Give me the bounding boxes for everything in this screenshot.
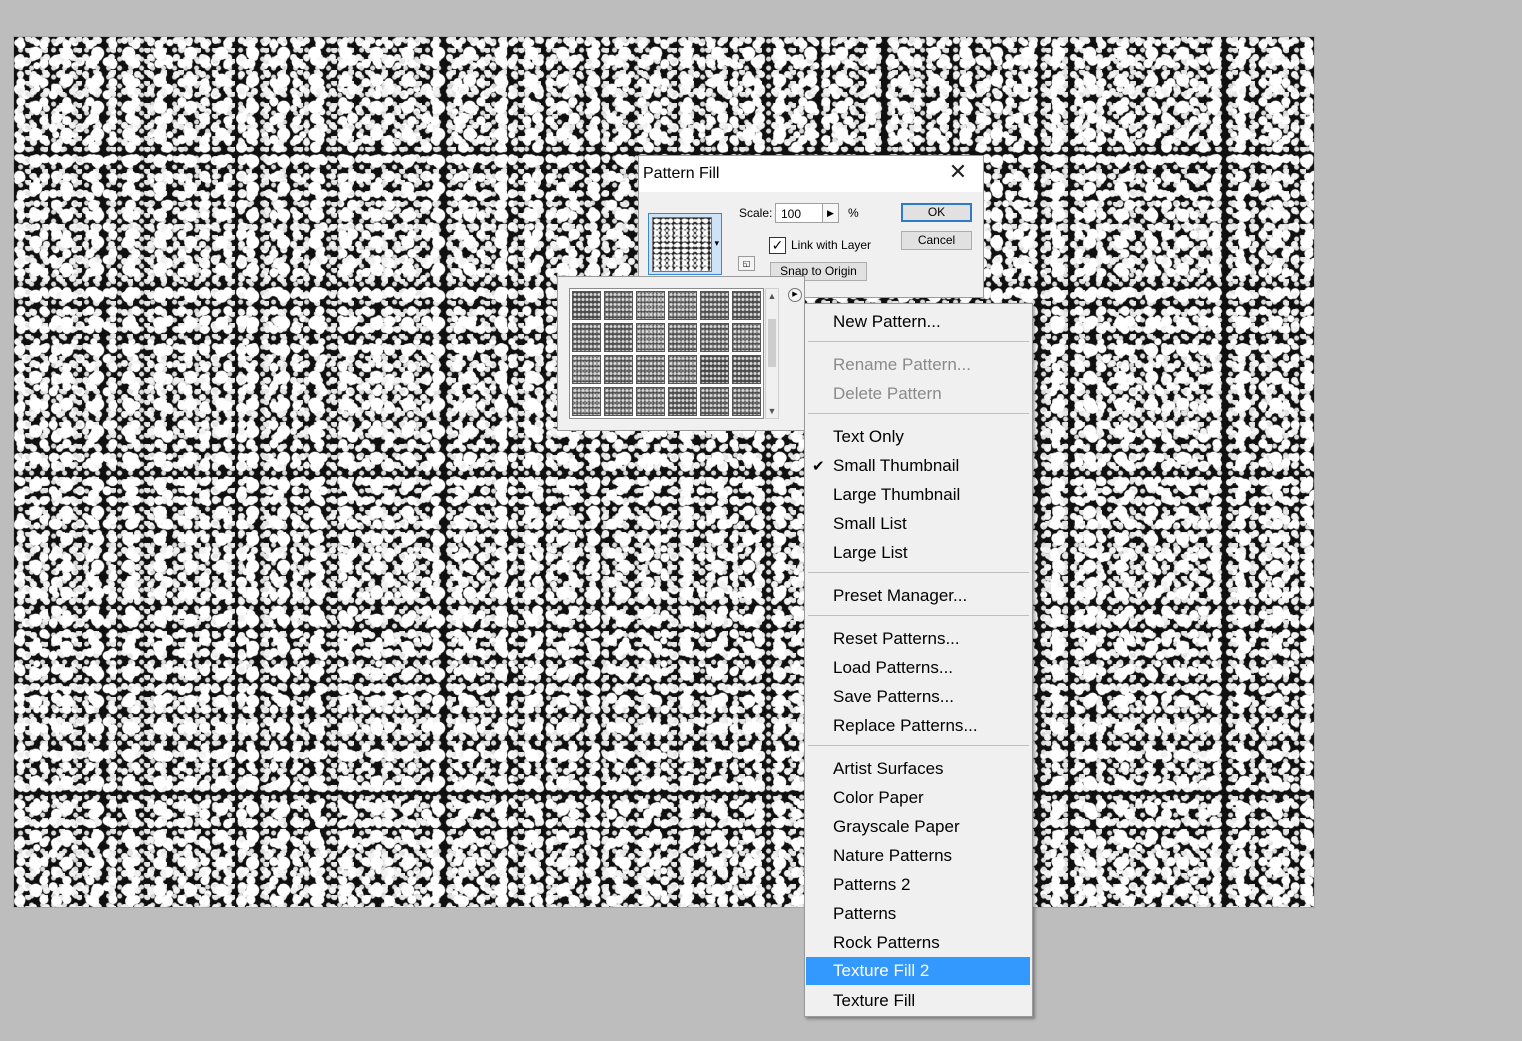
- pattern-grid-scrollbar[interactable]: ▲ ▼: [765, 288, 779, 419]
- menu-item-texture-fill[interactable]: Texture Fill: [806, 987, 1030, 1015]
- menu-item-label: Load Patterns...: [833, 658, 954, 677]
- pattern-thumbnail[interactable]: [636, 355, 665, 384]
- scroll-up-icon[interactable]: ▲: [766, 291, 778, 301]
- menu-item-small-thumbnail[interactable]: ✔ Small Thumbnail: [806, 452, 1030, 480]
- pattern-thumbnail[interactable]: [604, 355, 633, 384]
- pattern-thumbnail[interactable]: [668, 291, 697, 320]
- menu-item-label: Nature Patterns: [833, 846, 953, 865]
- pattern-thumbnail[interactable]: [732, 387, 761, 416]
- menu-item-label: Texture Fill 2: [833, 961, 930, 980]
- menu-separator: [808, 615, 1029, 616]
- menu-item-label: Small List: [833, 514, 907, 533]
- menu-item-grayscale-paper[interactable]: Grayscale Paper: [806, 813, 1030, 841]
- pattern-thumbnail[interactable]: [700, 291, 729, 320]
- pattern-thumbnail[interactable]: [668, 355, 697, 384]
- menu-item-text-only[interactable]: Text Only: [806, 423, 1030, 451]
- pattern-thumbnail[interactable]: [636, 323, 665, 352]
- create-preset-icon[interactable]: ◱: [738, 256, 755, 271]
- menu-item-rename-pattern: Rename Pattern...: [806, 351, 1030, 379]
- pattern-thumbnail[interactable]: [572, 323, 601, 352]
- close-icon[interactable]: ✕: [947, 162, 969, 185]
- scale-unit: %: [848, 206, 859, 220]
- pattern-thumbnail[interactable]: [668, 387, 697, 416]
- menu-item-label: Artist Surfaces: [833, 759, 944, 778]
- dialog-title: Pattern Fill: [643, 165, 720, 182]
- scrollbar-thumb[interactable]: [768, 319, 776, 367]
- menu-item-color-paper[interactable]: Color Paper: [806, 784, 1030, 812]
- pattern-thumbnail[interactable]: [604, 291, 633, 320]
- menu-item-label: Text Only: [833, 427, 904, 446]
- menu-separator: [808, 413, 1029, 414]
- pattern-thumbnail-grid[interactable]: [569, 288, 764, 419]
- menu-item-load-patterns[interactable]: Load Patterns...: [806, 654, 1030, 682]
- pattern-swatch-dropdown[interactable]: ▾: [648, 213, 722, 275]
- menu-item-patterns-2[interactable]: Patterns 2: [806, 871, 1030, 899]
- menu-item-label: Rename Pattern...: [833, 355, 971, 374]
- scale-label: Scale:: [739, 206, 773, 220]
- menu-item-delete-pattern: Delete Pattern: [806, 380, 1030, 408]
- pattern-thumbnail[interactable]: [572, 355, 601, 384]
- menu-separator: [808, 341, 1029, 342]
- menu-item-label: Patterns 2: [833, 875, 911, 894]
- pattern-thumbnail[interactable]: [732, 323, 761, 352]
- pattern-thumbnail[interactable]: [732, 291, 761, 320]
- menu-item-label: Rock Patterns: [833, 933, 940, 952]
- menu-item-large-list[interactable]: Large List: [806, 539, 1030, 567]
- link-with-layer-label: Link with Layer: [791, 238, 872, 252]
- menu-item-rock-patterns[interactable]: Rock Patterns: [806, 929, 1030, 957]
- pattern-thumbnail[interactable]: [604, 323, 633, 352]
- menu-item-label: Reset Patterns...: [833, 629, 960, 648]
- menu-item-label: Delete Pattern: [833, 384, 942, 403]
- menu-item-label: New Pattern...: [833, 312, 941, 331]
- checkmark-icon: ✔: [812, 457, 825, 475]
- menu-item-label: Replace Patterns...: [833, 716, 978, 735]
- link-with-layer-checkbox[interactable]: ✓: [769, 237, 786, 254]
- pattern-thumbnail[interactable]: [700, 355, 729, 384]
- menu-item-reset-patterns[interactable]: Reset Patterns...: [806, 625, 1030, 653]
- menu-item-label: Color Paper: [833, 788, 924, 807]
- menu-item-label: Large Thumbnail: [833, 485, 961, 504]
- pattern-thumbnail[interactable]: [700, 323, 729, 352]
- menu-item-new-pattern[interactable]: New Pattern...: [806, 308, 1030, 336]
- pattern-thumbnail[interactable]: [636, 387, 665, 416]
- menu-separator: [808, 745, 1029, 746]
- pattern-thumbnail[interactable]: [572, 291, 601, 320]
- menu-item-nature-patterns[interactable]: Nature Patterns: [806, 842, 1030, 870]
- menu-item-small-list[interactable]: Small List: [806, 510, 1030, 538]
- menu-item-preset-manager[interactable]: Preset Manager...: [806, 582, 1030, 610]
- pattern-thumbnail[interactable]: [732, 355, 761, 384]
- scroll-down-icon[interactable]: ▼: [766, 406, 778, 416]
- menu-item-label: Texture Fill: [833, 991, 916, 1010]
- ok-button[interactable]: OK: [901, 203, 972, 222]
- menu-item-label: Large List: [833, 543, 908, 562]
- menu-item-label: Save Patterns...: [833, 687, 954, 706]
- chevron-down-icon: ▾: [714, 238, 719, 248]
- menu-item-artist-surfaces[interactable]: Artist Surfaces: [806, 755, 1030, 783]
- menu-item-save-patterns[interactable]: Save Patterns...: [806, 683, 1030, 711]
- scale-slider-arrow-icon[interactable]: ▶: [822, 203, 839, 223]
- menu-item-label: Preset Manager...: [833, 586, 968, 605]
- menu-item-patterns[interactable]: Patterns: [806, 900, 1030, 928]
- menu-item-large-thumbnail[interactable]: Large Thumbnail: [806, 481, 1030, 509]
- menu-item-label: Patterns: [833, 904, 897, 923]
- menu-item-label: Small Thumbnail: [833, 456, 960, 475]
- pattern-preview: [652, 217, 712, 272]
- menu-item-label: Grayscale Paper: [833, 817, 960, 836]
- pattern-thumbnail[interactable]: [636, 291, 665, 320]
- menu-item-texture-fill-2[interactable]: Texture Fill 2: [806, 957, 1030, 985]
- pattern-thumbnail[interactable]: [572, 387, 601, 416]
- menu-item-replace-patterns[interactable]: Replace Patterns...: [806, 712, 1030, 740]
- pattern-thumbnail[interactable]: [700, 387, 729, 416]
- pattern-thumbnail[interactable]: [604, 387, 633, 416]
- scale-input[interactable]: 100: [775, 203, 823, 223]
- menu-separator: [808, 572, 1029, 573]
- dialog-titlebar[interactable]: Pattern Fill ✕: [639, 156, 983, 192]
- cancel-button[interactable]: Cancel: [901, 231, 972, 250]
- pattern-thumbnail[interactable]: [668, 323, 697, 352]
- panel-menu-arrow-icon[interactable]: ▶: [788, 288, 802, 302]
